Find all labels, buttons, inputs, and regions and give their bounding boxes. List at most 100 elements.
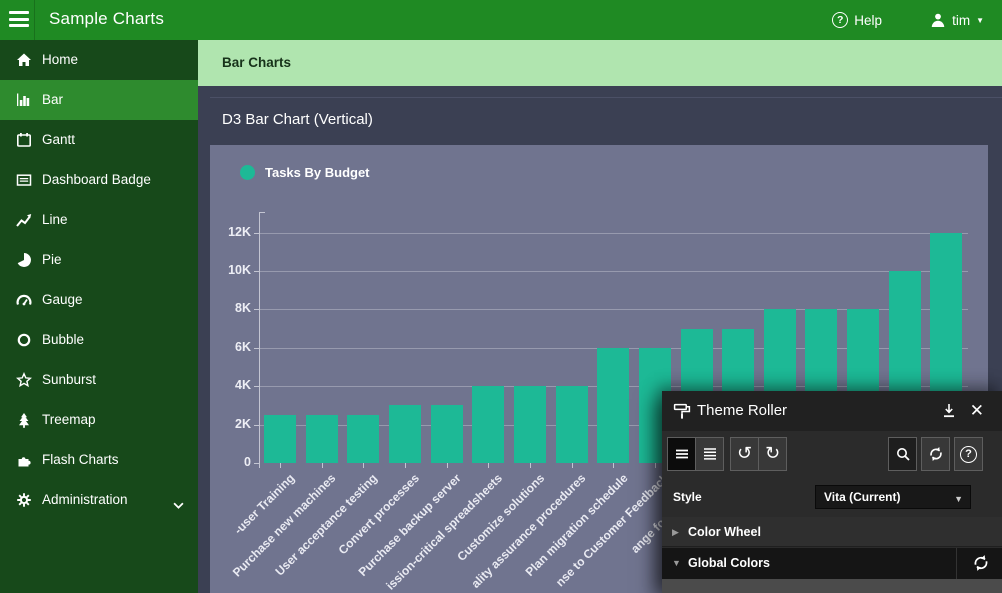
sidebar-item-gantt[interactable]: Gantt [0, 120, 198, 160]
sidebar-item-flash-charts[interactable]: Flash Charts [0, 440, 198, 480]
page-title: D3 Bar Chart (Vertical) [222, 111, 373, 128]
sidebar-item-treemap[interactable]: Treemap [0, 400, 198, 440]
x-axis-tick [655, 463, 656, 468]
sidebar-item-bubble[interactable]: Bubble [0, 320, 198, 360]
bar[interactable] [472, 386, 504, 463]
search-icon [895, 446, 911, 462]
bar[interactable] [347, 415, 379, 463]
sidebar-item-sunburst[interactable]: Sunburst [0, 360, 198, 400]
style-label: Style [673, 490, 702, 504]
sidebar-item-label: Sunburst [42, 360, 96, 400]
sidebar-item-label: Gantt [42, 120, 75, 160]
theme-roller-footer [662, 579, 1002, 593]
chart-legend[interactable]: Tasks By Budget [240, 164, 370, 180]
bar[interactable] [306, 415, 338, 463]
sidebar-item-label: Bar [42, 80, 63, 120]
chevron-right-icon: ▶ [672, 527, 679, 538]
gauge-icon [16, 292, 32, 308]
sidebar-item-label: Flash Charts [42, 440, 119, 480]
bar[interactable] [556, 386, 588, 463]
help-button[interactable]: ? Help [832, 10, 882, 30]
paint-roller-icon [673, 402, 691, 425]
detailed-view-button[interactable] [695, 437, 724, 471]
theme-roller-header: Theme Roller ✕ [662, 391, 1002, 431]
puzzle-icon [16, 452, 32, 468]
sidebar-item-bar[interactable]: Bar [0, 80, 198, 120]
compact-view-button[interactable] [667, 437, 696, 471]
pie-chart-icon [16, 252, 32, 268]
app-header: Sample Charts ? Help tim ▼ [0, 0, 1002, 40]
bar-chart-icon [16, 92, 32, 108]
app-title: Sample Charts [49, 9, 164, 29]
close-icon[interactable]: ✕ [970, 399, 984, 423]
hamburger-menu-icon[interactable] [9, 11, 29, 29]
bar[interactable] [264, 415, 296, 463]
sidebar-item-label: Bubble [42, 320, 84, 360]
panel-top-border [210, 97, 1002, 98]
help-button-tr[interactable]: ? [954, 437, 983, 471]
x-axis-tick [613, 463, 614, 468]
sidebar-item-label: Administration [42, 480, 128, 520]
sidebar-item-home[interactable]: Home [0, 40, 198, 80]
style-select[interactable]: Vita (Current) ▼ [815, 485, 971, 509]
undo-icon: ↺ [737, 445, 752, 463]
breadcrumb-bar: Bar Charts [198, 40, 1002, 86]
header-divider [34, 0, 35, 40]
y-axis-label: 4K [210, 378, 251, 392]
sidebar-item-label: Dashboard Badge [42, 160, 151, 200]
chevron-down-icon: ▼ [672, 558, 681, 568]
sidebar-item-label: Gauge [42, 280, 83, 320]
help-label: Help [854, 13, 882, 28]
undo-button[interactable]: ↺ [730, 437, 759, 471]
sidebar-item-gauge[interactable]: Gauge [0, 280, 198, 320]
breadcrumb: Bar Charts [222, 55, 291, 70]
color-wheel-label: Color Wheel [688, 525, 761, 539]
bar[interactable] [597, 348, 629, 463]
refresh-button[interactable] [921, 437, 950, 471]
redo-button[interactable]: ↻ [758, 437, 787, 471]
calendar-icon [16, 132, 32, 148]
line-chart-icon [16, 212, 32, 228]
download-icon[interactable] [941, 403, 957, 419]
sidebar-item-administration[interactable]: Administration [0, 480, 198, 520]
sidebar-item-line[interactable]: Line [0, 200, 198, 240]
help-icon: ? [960, 446, 977, 463]
chevron-down-icon [173, 497, 184, 505]
x-axis-tick [280, 463, 281, 468]
gridline [259, 271, 969, 272]
y-axis-label: 2K [210, 417, 251, 431]
badge-icon [16, 172, 32, 188]
sidebar-item-pie[interactable]: Pie [0, 240, 198, 280]
legend-marker-icon [240, 165, 255, 180]
y-axis-cap [259, 212, 265, 213]
chevron-down-icon: ▼ [954, 493, 963, 504]
sync-icon [972, 554, 990, 572]
user-name: tim [952, 13, 970, 28]
search-button[interactable] [888, 437, 917, 471]
bar[interactable] [389, 405, 421, 463]
reset-colors-button[interactable] [972, 554, 990, 577]
sidebar-item-label: Home [42, 40, 78, 80]
legend-label: Tasks By Budget [265, 165, 370, 180]
y-axis-label: 0 [210, 455, 251, 469]
sidebar-item-label: Treemap [42, 400, 96, 440]
home-icon [16, 52, 32, 68]
global-colors-section[interactable]: ▼ Global Colors [662, 548, 1002, 579]
x-axis-tick [572, 463, 573, 468]
color-wheel-section[interactable]: ▶ Color Wheel [662, 517, 1002, 547]
global-colors-label: Global Colors [688, 556, 770, 570]
bar[interactable] [431, 405, 463, 463]
user-menu[interactable]: tim ▼ [930, 10, 984, 30]
x-axis-tick [530, 463, 531, 468]
sidebar-item-dashboard-badge[interactable]: Dashboard Badge [0, 160, 198, 200]
sidebar: HomeBarGanttDashboard BadgeLinePieGaugeB… [0, 40, 198, 593]
gridline [259, 233, 969, 234]
theme-roller-toolbar: ↺ ↻ ? [662, 431, 1002, 477]
theme-roller-title: Theme Roller [697, 402, 787, 419]
sync-icon [928, 446, 944, 462]
bubble-icon [16, 332, 32, 348]
gear-icon [16, 492, 32, 508]
bar[interactable] [514, 386, 546, 463]
style-select-value: Vita (Current) [824, 490, 900, 504]
y-axis [259, 212, 260, 468]
